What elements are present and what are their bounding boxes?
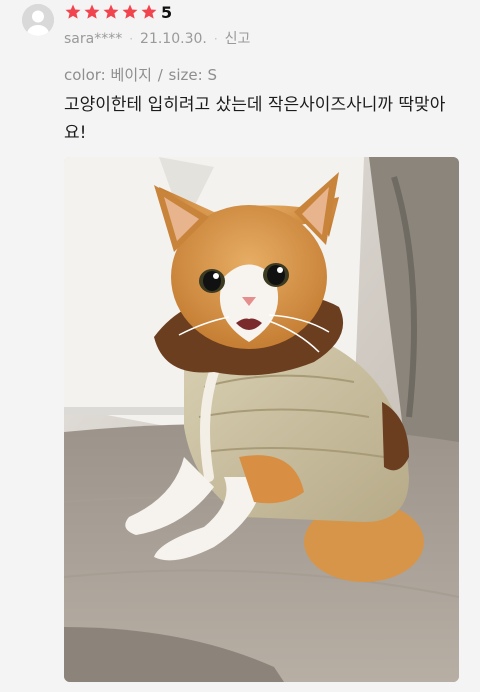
star-icon <box>141 4 157 19</box>
star-icon <box>103 4 119 19</box>
review-photo[interactable] <box>64 157 459 682</box>
user-avatar-icon <box>22 4 54 36</box>
review-text: 고양이한테 입히려고 샀는데 작은사이즈사니까 딱맞아요! <box>64 95 446 143</box>
size-label: size: <box>168 66 203 84</box>
star-icon <box>122 4 138 19</box>
review-meta: sara**** · 21.10.30. · 신고 <box>64 30 250 48</box>
author-name: sara**** <box>64 31 123 47</box>
review-card: 5 sara**** · 21.10.30. · 신고 color: 베이지 /… <box>0 0 480 692</box>
star-rating <box>64 3 158 21</box>
star-icon <box>65 4 81 19</box>
color-value: 베이지 <box>110 66 152 84</box>
rating-value: 5 <box>161 3 173 22</box>
star-icon <box>84 4 100 19</box>
color-label: color: <box>64 66 106 84</box>
separator-dot: · <box>213 32 218 46</box>
review-date: 21.10.30. <box>140 31 207 47</box>
report-link[interactable]: 신고 <box>225 30 251 48</box>
separator-dot: · <box>129 32 134 46</box>
size-value: S <box>207 66 217 84</box>
purchase-option: color: 베이지 / size: S <box>64 65 217 85</box>
option-separator: / <box>157 66 163 84</box>
review-photo-cat-in-vest <box>64 157 459 682</box>
